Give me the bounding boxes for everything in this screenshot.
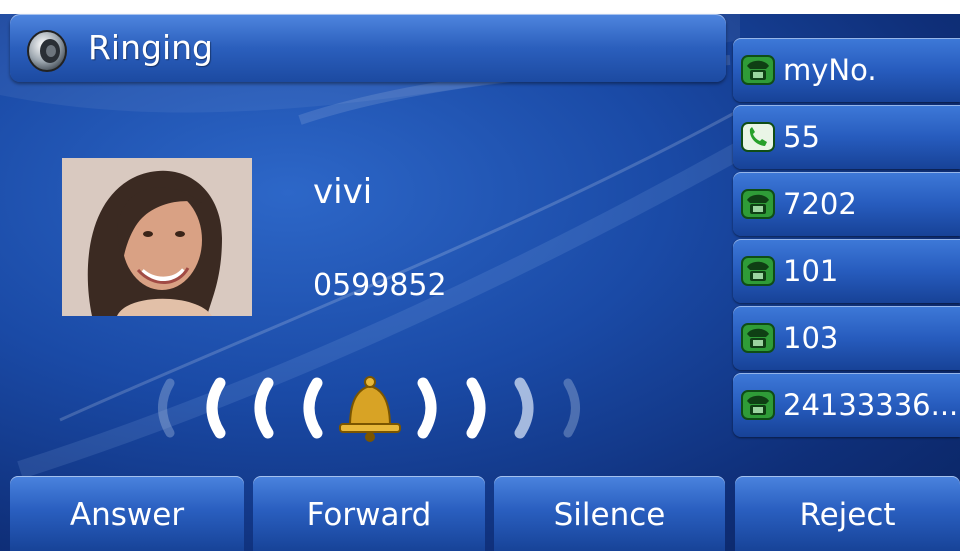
caller-avatar: [62, 158, 252, 316]
top-border: [0, 0, 960, 14]
line-key-55[interactable]: 55: [733, 105, 960, 169]
bell-icon: [339, 376, 401, 442]
answer-button[interactable]: Answer: [10, 476, 244, 551]
line-key-label: 7202: [783, 187, 857, 221]
phone-screen: Ringing vivi 0599852 myNo. 55 7202 101 1…: [0, 0, 960, 551]
line-key-101[interactable]: 101: [733, 239, 960, 303]
line-key-24133336[interactable]: 24133336...: [733, 373, 960, 437]
line-key-label: 55: [783, 120, 820, 154]
line-key-label: 101: [783, 254, 839, 288]
ring-wave-right: [417, 377, 580, 439]
speaker-icon: [27, 30, 67, 72]
softkey-bar: Answer Forward Silence Reject: [0, 476, 960, 551]
reject-button[interactable]: Reject: [735, 476, 960, 551]
line-key-7202[interactable]: 7202: [733, 172, 960, 236]
desk-phone-icon: [741, 390, 775, 420]
desk-phone-icon: [741, 256, 775, 286]
caller-name: vivi: [313, 172, 373, 212]
desk-phone-icon: [741, 189, 775, 219]
line-key-label: 103: [783, 321, 839, 355]
ring-indicator: [158, 376, 580, 442]
handset-icon: [741, 122, 775, 152]
line-key-label: 24133336...: [783, 388, 959, 422]
silence-button[interactable]: Silence: [494, 476, 725, 551]
line-key-103[interactable]: 103: [733, 306, 960, 370]
line-key-myno[interactable]: myNo.: [733, 38, 960, 102]
caller-number: 0599852: [313, 268, 447, 303]
forward-button[interactable]: Forward: [253, 476, 485, 551]
ring-wave-left: [158, 377, 323, 439]
line-key-label: myNo.: [783, 53, 877, 87]
call-status-label: Ringing: [88, 28, 213, 67]
desk-phone-icon: [741, 55, 775, 85]
desk-phone-icon: [741, 323, 775, 353]
caller-photo: [62, 158, 252, 316]
